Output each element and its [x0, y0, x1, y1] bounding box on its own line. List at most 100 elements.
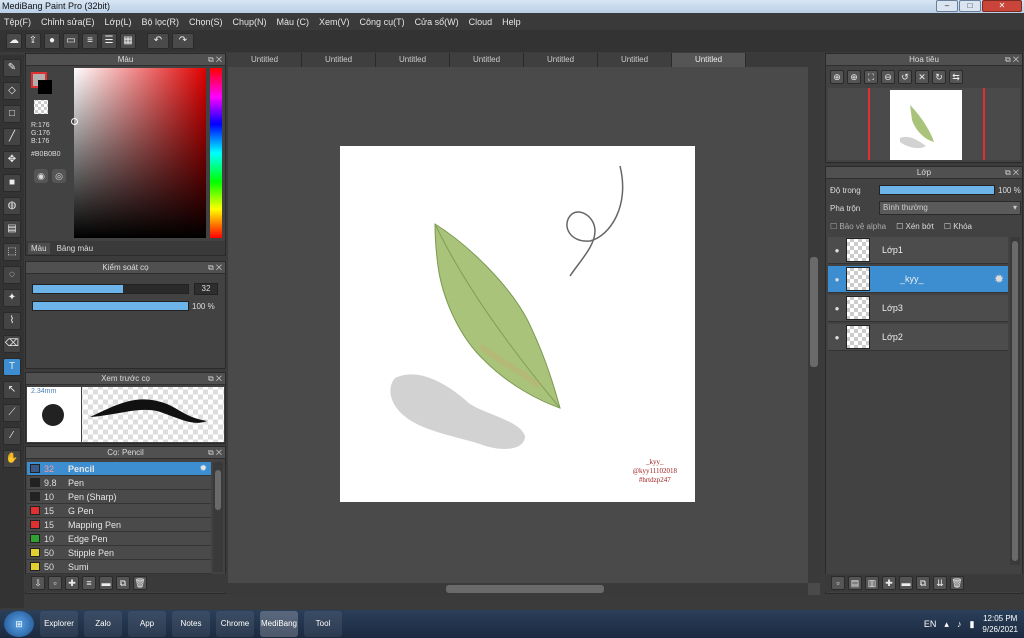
taskbar-tool[interactable]: Tool — [304, 611, 342, 637]
menu-cloud[interactable]: Cloud — [469, 17, 493, 27]
panel-controls-icon[interactable]: ⧉ ✕ — [1005, 54, 1019, 66]
new-layer-icon[interactable]: ▫ — [831, 576, 845, 590]
volume-icon[interactable]: ♪ — [957, 619, 962, 629]
palette-icon[interactable]: ◉ — [34, 169, 48, 183]
gear-icon[interactable]: ✹ — [994, 272, 1004, 286]
menu-select[interactable]: Chọn(S) — [189, 17, 223, 27]
magic-wand-icon[interactable]: ✦ — [3, 289, 21, 307]
start-button[interactable]: ⊞ — [4, 611, 34, 637]
canvas-horizontal-scrollbar[interactable] — [228, 583, 808, 595]
lasso-tool-icon[interactable]: ◌ — [3, 266, 21, 284]
network-icon[interactable]: ▮ — [969, 619, 974, 630]
brush-item[interactable]: 50 Sumi — [27, 560, 211, 574]
brush-item[interactable]: 15 Mapping Pen — [27, 518, 211, 532]
canvas-area[interactable]: _kyy_ @kyy11102018 #hrtdzp247 — [228, 67, 820, 595]
menu-filter[interactable]: Bộ lọc(R) — [141, 17, 179, 27]
duplicate-layer-icon[interactable]: ⧉ — [916, 576, 930, 590]
tab-palette[interactable]: Bảng màu — [54, 243, 96, 254]
layer-list-scrollbar[interactable] — [1010, 237, 1020, 565]
brush-item[interactable]: 9.8 Pen — [27, 476, 211, 490]
move-tool-icon[interactable]: ✥ — [3, 151, 21, 169]
hue-slider[interactable] — [210, 68, 222, 238]
folder-icon[interactable]: ▬ — [99, 576, 113, 590]
new-8bit-layer-icon[interactable]: ▥ — [865, 576, 879, 590]
tab-color[interactable]: Màu — [28, 242, 50, 254]
transparent-color-swatch[interactable] — [34, 100, 48, 114]
menu-view[interactable]: Xem(V) — [319, 17, 350, 27]
menu-tools[interactable]: Công cụ(T) — [360, 17, 405, 27]
taskbar-notes[interactable]: Notes — [172, 611, 210, 637]
brush-opacity-slider[interactable] — [32, 301, 189, 311]
menu-help[interactable]: Help — [502, 17, 521, 27]
blend-mode-select[interactable]: Bình thường ▾ — [879, 201, 1021, 215]
tab-untitled-5[interactable]: Untitled — [524, 53, 598, 67]
layer-row[interactable]: ● Lớp2 — [828, 324, 1008, 351]
undo-button[interactable]: ↶ — [147, 33, 169, 49]
saturation-value-square[interactable] — [74, 68, 206, 238]
brush-item[interactable]: 10 Edge Pen — [27, 532, 211, 546]
panel-controls-icon[interactable]: ⧉ ✕ — [208, 262, 222, 274]
clock[interactable]: 12:05 PM 9/26/2021 — [982, 613, 1018, 635]
add-brush-icon[interactable]: ✚ — [65, 576, 79, 590]
visibility-eye-icon[interactable]: ● — [828, 246, 846, 255]
tab-untitled-3[interactable]: Untitled — [376, 53, 450, 67]
minimize-button[interactable]: – — [936, 0, 958, 12]
hand-tool-icon[interactable]: ✋ — [3, 450, 21, 468]
taskbar-medibang[interactable]: MediBang — [260, 611, 298, 637]
tab-untitled-6[interactable]: Untitled — [598, 53, 672, 67]
rotate-right-icon[interactable]: ↻ — [932, 70, 946, 84]
protect-alpha-checkbox[interactable]: ☐ Bảo vệ alpha — [830, 222, 886, 231]
chat-icon[interactable]: ● — [44, 33, 60, 49]
menu-window[interactable]: Cửa sổ(W) — [415, 17, 459, 27]
rotate-left-icon[interactable]: ↺ — [898, 70, 912, 84]
menu-layer[interactable]: Lớp(L) — [105, 17, 132, 27]
doc-icon[interactable]: ≡ — [82, 33, 98, 49]
layer-folder-icon[interactable]: ▬ — [899, 576, 913, 590]
menu-capture[interactable]: Chụp(N) — [233, 17, 267, 27]
reset-icon[interactable]: ✕ — [915, 70, 929, 84]
taskbar-chrome[interactable]: Chrome — [216, 611, 254, 637]
select-rect-icon[interactable]: ⬚ — [3, 243, 21, 261]
flip-icon[interactable]: ⇆ — [949, 70, 963, 84]
navigator-preview[interactable] — [828, 88, 1020, 160]
eraser-tool-icon[interactable]: ◇ — [3, 82, 21, 100]
menu-file[interactable]: Tệp(F) — [4, 17, 31, 27]
add-layer-menu-icon[interactable]: ✚ — [882, 576, 896, 590]
canvas-vertical-scrollbar[interactable] — [808, 67, 820, 583]
cloud-icon[interactable]: ☁ — [6, 33, 22, 49]
redo-button[interactable]: ↷ — [172, 33, 194, 49]
brush-item[interactable]: 15 G Pen — [27, 504, 211, 518]
menu-edit[interactable]: Chỉnh sửa(E) — [41, 17, 95, 27]
text-tool-icon[interactable]: T — [3, 358, 21, 376]
layer-row[interactable]: ● Lớp1 — [828, 237, 1008, 264]
taskbar-explorer[interactable]: Explorer — [40, 611, 78, 637]
list-icon[interactable]: ☰ — [101, 33, 117, 49]
zoom-in-icon[interactable]: ⊕ — [830, 70, 844, 84]
lock-checkbox[interactable]: ☐ Khóa — [944, 222, 972, 231]
tab-untitled-1[interactable]: Untitled — [228, 53, 302, 67]
duplicate-icon[interactable]: ⧉ — [116, 576, 130, 590]
menu-color[interactable]: Màu (C) — [277, 17, 310, 27]
brush-item[interactable]: 50 Stipple Pen — [27, 546, 211, 560]
line-tool-icon[interactable]: ╱ — [3, 128, 21, 146]
divide-tool-icon[interactable]: ⟋ — [3, 404, 21, 422]
visibility-eye-icon[interactable]: ● — [828, 275, 846, 284]
layer-row[interactable]: ● _kyy_ ✹ — [828, 266, 1008, 293]
secondary-color-swatch[interactable] — [38, 80, 52, 94]
tray-expand-icon[interactable]: ▴ — [944, 619, 949, 630]
palette-add-icon[interactable]: ◎ — [52, 169, 66, 183]
bucket-tool-icon[interactable]: ◍ — [3, 197, 21, 215]
visibility-eye-icon[interactable]: ● — [828, 304, 846, 313]
brush-item[interactable]: 10 Pen (Sharp) — [27, 490, 211, 504]
zoom-in-2-icon[interactable]: ⊕ — [847, 70, 861, 84]
layer-row[interactable]: ● Lớp3 — [828, 295, 1008, 322]
close-button[interactable]: ✕ — [982, 0, 1022, 12]
select-eraser-icon[interactable]: ⌫ — [3, 335, 21, 353]
new-brush-icon[interactable]: ▫ — [48, 576, 62, 590]
clipping-checkbox[interactable]: ☐ Xén bớt — [896, 222, 934, 231]
taskbar-zalo[interactable]: Zalo — [84, 611, 122, 637]
brush-settings-icon[interactable]: ≡ — [82, 576, 96, 590]
eyedropper-icon[interactable]: ⁄ — [3, 427, 21, 445]
panel-controls-icon[interactable]: ⧉ ✕ — [208, 447, 222, 459]
delete-layer-icon[interactable]: 🗑 — [950, 576, 964, 590]
